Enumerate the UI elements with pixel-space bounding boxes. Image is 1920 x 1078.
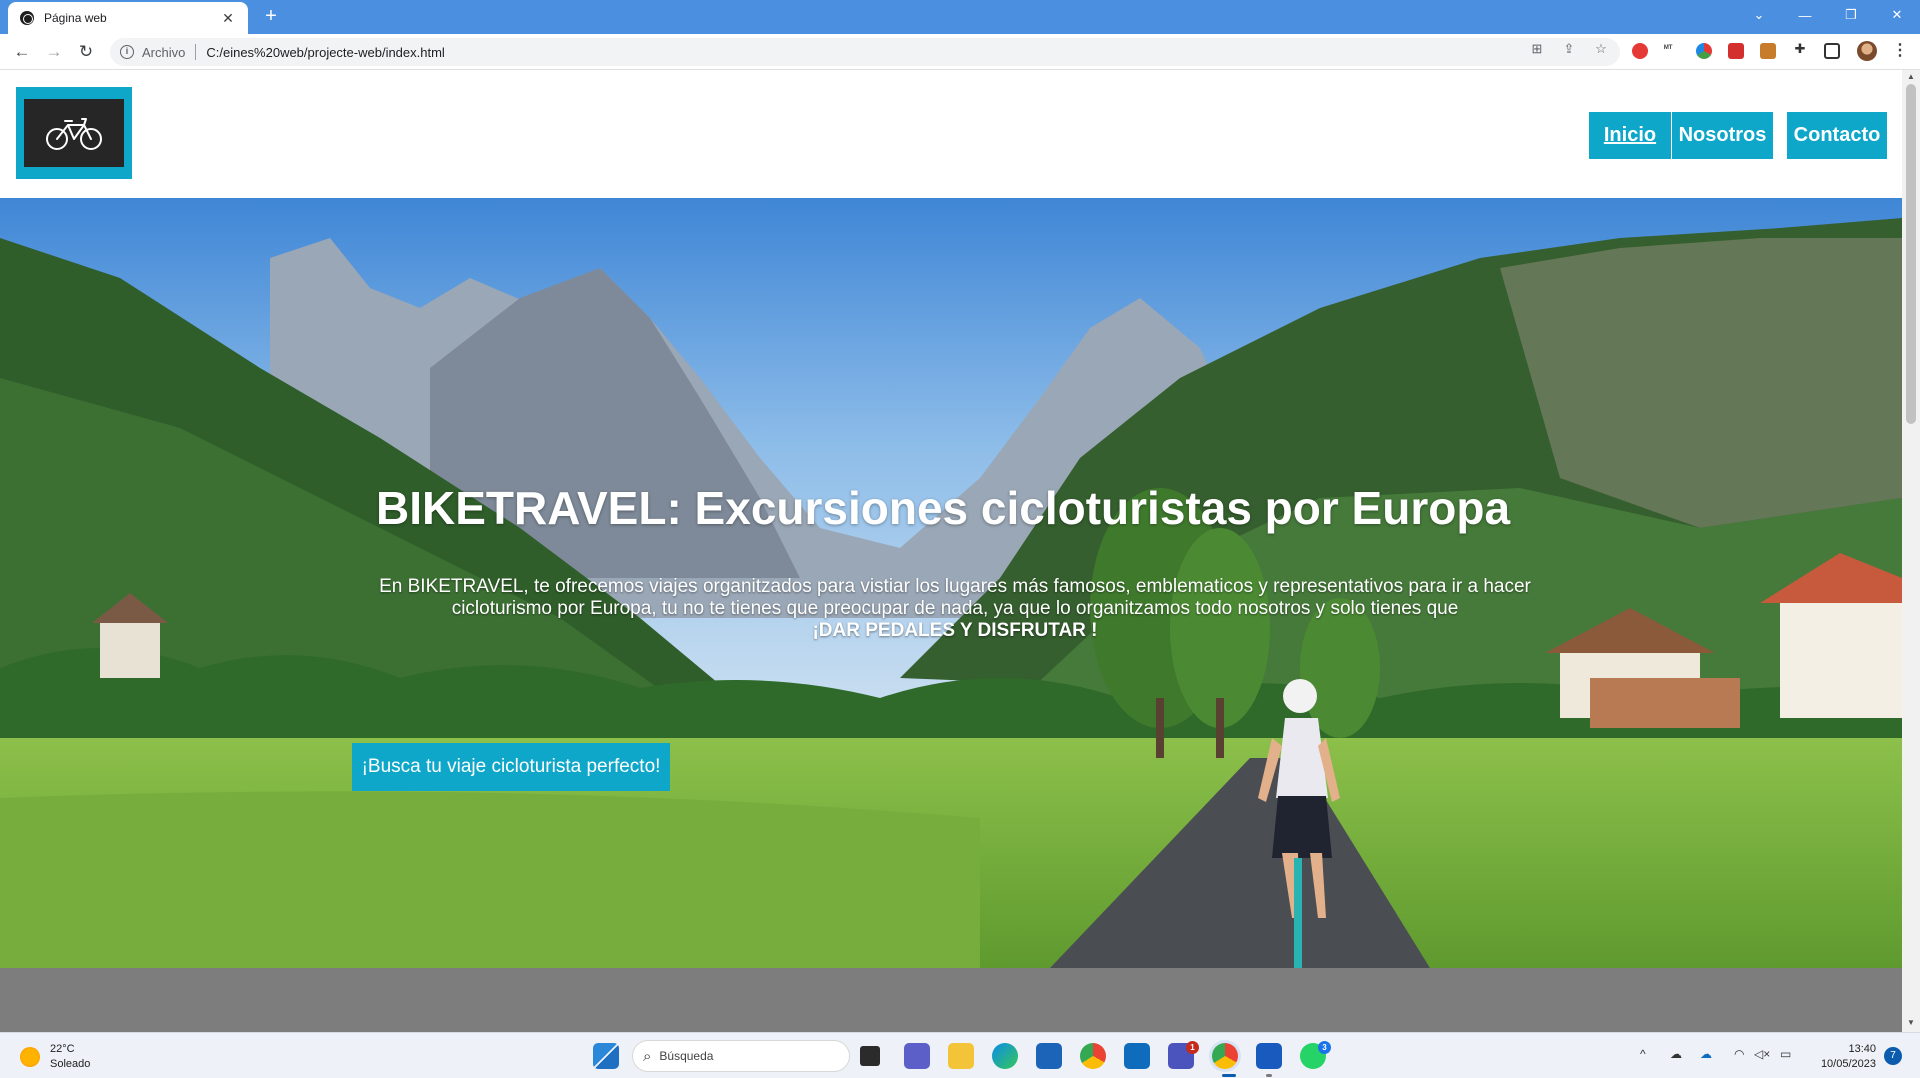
scroll-down-arrow-icon[interactable]: ▼ [1907,1018,1915,1027]
taskbar-search[interactable]: ⌕ Búsqueda [632,1040,850,1072]
forward-arrow-icon[interactable]: → [42,40,66,64]
site-logo[interactable] [16,87,132,179]
profile-avatar[interactable] [1857,41,1877,61]
cta-button[interactable]: ¡Busca tu viaje cicloturista perfecto! [352,743,670,791]
extension-color-icon[interactable] [1696,43,1712,59]
battery-icon[interactable]: ▭ [1780,1047,1791,1061]
extensions-puzzle-icon[interactable]: ✚ [1792,41,1808,57]
bookmark-star-icon[interactable]: ☆ [1593,41,1609,57]
whatsapp-badge: 3 [1318,1041,1331,1054]
logo-inner [24,99,124,167]
tab-close-button[interactable]: ✕ [220,10,236,27]
extension-reader-icon[interactable]: ᴹᵀ [1664,43,1680,59]
weather-widget[interactable]: 22°C Soleado [20,1042,90,1072]
onedrive-icon[interactable]: ☁ [1700,1047,1712,1061]
search-placeholder: Búsqueda [659,1049,714,1063]
search-icon: ⌕ [643,1047,652,1065]
teams-badge: 1 [1186,1041,1199,1054]
word-icon[interactable] [1256,1043,1282,1069]
sun-icon [20,1047,40,1067]
restore-button[interactable]: ❐ [1828,0,1874,30]
new-tab-button[interactable]: + [260,6,282,28]
cloud-icon[interactable]: ☁ [1670,1047,1682,1061]
back-arrow-icon[interactable]: ← [10,40,34,64]
browser-titlebar: Página web ✕ + ⌄ — ❐ ✕ [0,0,1920,34]
task-view-icon[interactable] [860,1046,880,1066]
page-viewport: Inicio Nosotros Contacto BIKETRAVEL: Exc… [0,70,1902,1032]
volume-muted-icon[interactable]: ◁× [1754,1047,1770,1061]
extension-orange-icon[interactable] [1760,43,1776,59]
weather-desc: Soleado [50,1058,91,1070]
reload-icon[interactable]: ↻ [74,40,98,64]
store-icon[interactable] [1036,1043,1062,1069]
hero-section: BIKETRAVEL: Excursiones cicloturistas po… [0,198,1902,968]
site-header: Inicio Nosotros Contacto [0,70,1902,198]
file-explorer-icon[interactable] [948,1043,974,1069]
address-scheme: Archivo [142,44,186,60]
tab-search-chevron-icon[interactable]: ⌄ [1736,0,1782,30]
bicycle-icon [46,118,102,150]
minimize-button[interactable]: — [1782,0,1828,30]
notification-badge[interactable]: 7 [1884,1047,1902,1065]
address-separator [195,44,197,60]
browser-toolbar: ← → ↻ i Archivo C:/eines%20web/projecte-… [0,34,1920,70]
nav-link-nosotros[interactable]: Nosotros [1672,112,1773,159]
chrome-running-indicator [1222,1074,1236,1077]
teams-chat-icon[interactable] [904,1043,930,1069]
tab-title: Página web [44,11,107,25]
nav-link-inicio[interactable]: Inicio [1589,112,1671,159]
tray-chevron-icon[interactable]: ^ [1640,1047,1646,1061]
hero-description-strong: ¡DAR PEDALES Y DISFRUTAR ! [812,620,1098,641]
page-scrollbar[interactable]: ▲ ▼ [1902,70,1920,1032]
nav-link-label: Nosotros [1678,124,1767,146]
hero-description-text: En BIKETRAVEL, te ofrecemos viajes organ… [379,576,1531,619]
globe-icon [20,11,34,25]
browser-tab[interactable]: Página web ✕ [8,2,248,34]
chrome-active-icon[interactable] [1212,1043,1238,1069]
windows-start-icon[interactable] [593,1043,619,1069]
address-bar[interactable]: i Archivo C:/eines%20web/projecte-web/in… [110,38,1620,66]
chrome-icon[interactable] [1080,1043,1106,1069]
nav-link-label: Contacto [1793,124,1881,146]
scroll-up-arrow-icon[interactable]: ▲ [1907,72,1915,81]
weather-text: 22°C Soleado [50,1042,90,1072]
extension-red-icon[interactable] [1728,43,1744,59]
address-url[interactable]: C:/eines%20web/projecte-web/index.html [206,45,444,60]
side-panel-icon[interactable] [1824,43,1840,59]
wifi-icon[interactable]: ◠ [1734,1047,1744,1061]
weather-temp: 22°C [50,1043,75,1055]
windows-taskbar: 22°C Soleado ⌕ Búsqueda 1 3 ^ ☁ ☁ ◠ ◁× ▭… [0,1032,1920,1078]
clock-date: 10/05/2023 [1820,1058,1876,1070]
extension-opera-icon[interactable] [1632,43,1648,59]
word-running-indicator [1266,1074,1272,1077]
nav-link-contacto[interactable]: Contacto [1787,112,1887,159]
nav-link-label: Inicio [1603,124,1657,146]
translate-icon[interactable]: ⊞ [1529,41,1545,57]
clock-time: 13:40 [1848,1043,1876,1055]
hero-description: En BIKETRAVEL, te ofrecemos viajes organ… [350,576,1560,642]
menu-kebab-icon[interactable]: ⋮ [1892,40,1908,60]
grey-section [0,968,1902,1032]
hero-title: BIKETRAVEL: Excursiones cicloturistas po… [375,482,1511,534]
scrollbar-thumb[interactable] [1906,84,1916,424]
info-icon[interactable]: i [120,45,134,59]
share-icon[interactable]: ⇪ [1561,41,1577,57]
system-clock[interactable]: 13:40 10/05/2023 [1800,1042,1876,1072]
mail-icon[interactable] [1124,1043,1150,1069]
close-window-button[interactable]: ✕ [1874,0,1920,30]
edge-icon[interactable] [992,1043,1018,1069]
